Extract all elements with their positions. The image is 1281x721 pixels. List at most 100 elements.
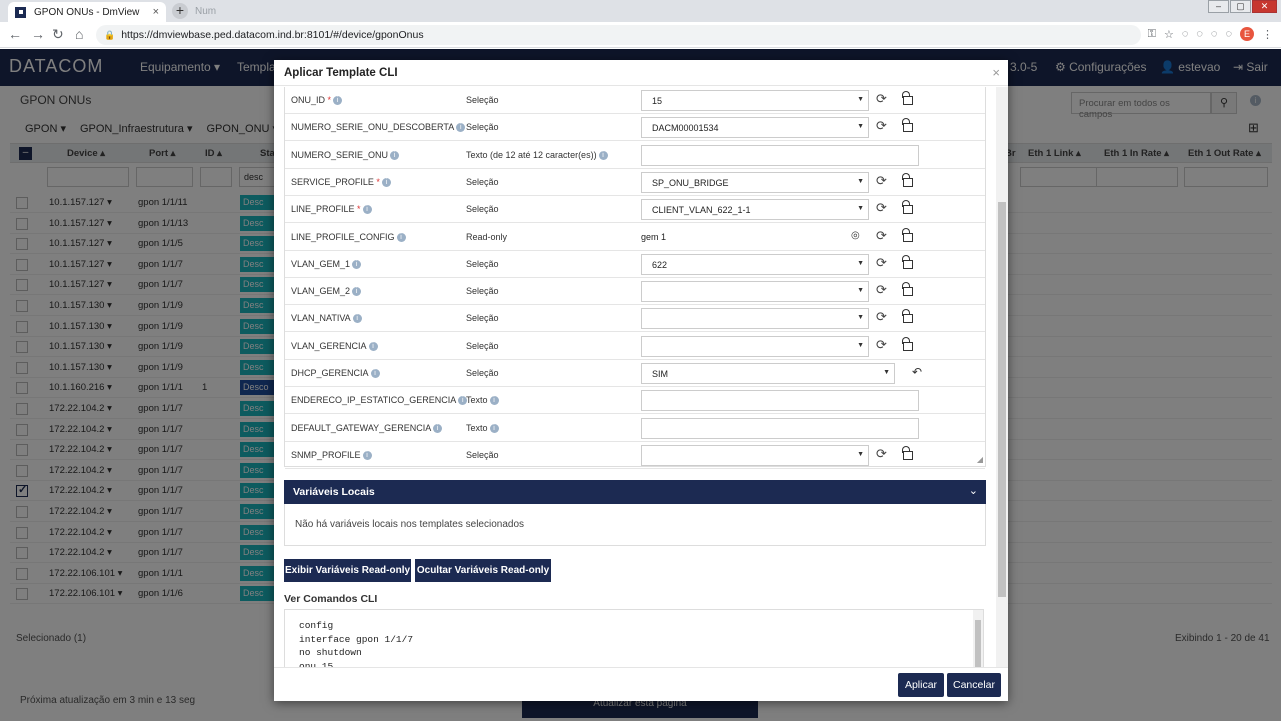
variable-row: NUMERO_SERIE_ONU i Texto (de 12 até 12 car… [285,142,985,169]
info-icon[interactable]: i [396,232,406,242]
cli-line: onu 15 [299,660,334,668]
variable-select[interactable]: ▼ [641,444,869,466]
window-controls: – ▢ ✕ [1207,0,1277,13]
variable-select[interactable]: ▼ [641,281,869,303]
info-icon[interactable]: i [333,96,343,105]
url-input[interactable]: 🔒 https://dmviewbase.ped.datacom.ind.br:… [96,25,1141,45]
variable-select[interactable]: ▼ [641,335,869,357]
chevron-down-icon[interactable]: ⌄ [969,484,978,497]
variable-text-input[interactable] [641,390,919,412]
info-icon[interactable]: i [370,369,380,378]
caret-down-icon: ▼ [857,287,864,295]
favicon-icon [15,6,26,18]
variable-row: VLAN_GERENCIA i Seleção ▼ ⟳ [285,333,985,360]
refresh-icon[interactable]: ⟳ [876,310,887,323]
modal-header: Aplicar Template CLI × [274,60,1008,86]
modal-body: ◢ ONU_ID * i Seleção 15 ▼ ⟳ NUMERO_SERIE_ONU_D… [274,87,996,667]
unlock-icon[interactable] [901,227,913,242]
show-readonly-button[interactable]: Exibir Variáveis Read-only [284,559,411,582]
browser-menu-icon[interactable]: ⋮ [1262,28,1273,41]
info-icon[interactable]: i [362,205,372,215]
unlock-icon[interactable] [901,282,913,297]
forward-icon[interactable]: → [31,26,45,42]
tab-close-icon[interactable]: × [153,6,159,18]
info-icon[interactable]: i [489,396,499,406]
local-variables-header[interactable]: Variáveis Locais ⌄ [284,480,986,504]
star-icon[interactable]: ☆ [1164,28,1174,41]
info-icon[interactable]: i [381,177,391,187]
variable-select[interactable]: 15 ▼ [641,90,869,111]
refresh-icon[interactable]: ⟳ [876,229,887,242]
refresh-icon[interactable]: ⟳ [876,256,887,269]
info-icon[interactable]: i [433,423,443,433]
info-icon[interactable]: i [352,287,362,297]
unlock-icon[interactable] [901,118,913,133]
extension-icon[interactable]: ◌ [1225,28,1232,40]
refresh-icon[interactable]: ⟳ [876,119,887,132]
variable-select[interactable]: SIM ▼ [641,363,895,384]
cancel-button[interactable]: Cancelar [947,673,1001,697]
info-icon[interactable]: i [352,314,362,324]
variable-select[interactable]: CLIENT_VLAN_622_1-1 ▼ [641,199,869,221]
refresh-icon[interactable]: ⟳ [876,201,887,214]
reload-icon[interactable]: ↻ [52,26,64,43]
caret-down-icon: ▼ [857,314,864,322]
variable-type: Seleção [466,340,499,351]
info-icon[interactable]: i [489,423,499,433]
variable-type: Texto i [466,423,499,433]
unlock-icon[interactable] [901,200,913,215]
refresh-icon[interactable]: ⟳ [876,447,887,460]
info-icon[interactable]: i [362,450,372,460]
unlock-icon[interactable] [901,172,913,187]
hide-readonly-button[interactable]: Ocultar Variáveis Read-only [415,559,551,582]
profile-avatar[interactable]: E [1240,27,1254,41]
variable-row: VLAN_GEM_1 i Seleção 622 ▼ ⟳ [285,251,985,278]
unlock-icon[interactable] [901,336,913,351]
info-icon[interactable]: i [390,150,400,160]
undo-icon[interactable]: ↶ [912,365,922,379]
modal-scrollbar[interactable] [996,87,1008,667]
variable-select[interactable]: SP_ONU_BRIDGE ▼ [641,171,869,193]
refresh-icon[interactable]: ⟳ [876,283,887,296]
modal-close-icon[interactable]: × [992,65,1000,80]
home-icon[interactable]: ⌂ [75,26,83,42]
variable-name: DEFAULT_GATEWAY_GERENCIA i [291,423,443,433]
apply-template-modal: Aplicar Template CLI × ◢ ONU_ID * i Seleçã… [274,60,1008,701]
info-icon[interactable]: i [456,123,466,133]
new-tab-button[interactable]: + [172,3,188,19]
unlock-icon[interactable] [901,91,913,105]
cli-line: no shutdown [299,647,362,658]
maximize-button[interactable]: ▢ [1230,0,1251,13]
key-icon[interactable]: ⚿ [1148,28,1156,41]
extension-icon[interactable]: ◌ [1211,28,1218,40]
ghost-tab[interactable]: Num [195,6,216,17]
variable-text-input[interactable] [641,417,919,439]
info-icon[interactable]: i [598,150,608,160]
variable-name: VLAN_NATIVA i [291,313,362,324]
variable-row: VLAN_NATIVA i Seleção ▼ ⟳ [285,305,985,333]
variable-select[interactable]: 622 ▼ [641,253,869,275]
eye-slash-icon[interactable]: ◎ [851,230,860,241]
unlock-icon[interactable] [901,309,913,324]
refresh-icon[interactable]: ⟳ [876,174,887,187]
window-close-button[interactable]: ✕ [1252,0,1277,13]
variable-select[interactable]: ▼ [641,308,869,330]
cli-scrollbar[interactable] [973,610,983,667]
info-icon[interactable]: i [368,341,378,351]
refresh-icon[interactable]: ⟳ [876,338,887,351]
extension-icon[interactable]: ◌ [1182,28,1189,40]
variable-type: Read-only [466,231,508,242]
unlock-icon[interactable] [901,254,913,269]
variable-name: SERVICE_PROFILE * i [291,177,391,187]
info-icon[interactable]: i [352,259,362,269]
back-icon[interactable]: ← [8,26,22,42]
refresh-icon[interactable]: ⟳ [876,92,887,105]
browser-tab[interactable]: GPON ONUs - DmView × [8,2,166,22]
variable-text-input[interactable] [641,144,919,166]
unlock-icon[interactable] [901,445,913,460]
cli-commands-textarea[interactable]: config interface gpon 1/1/7 no shutdown onu… [284,609,984,667]
minimize-button[interactable]: – [1208,0,1229,13]
apply-button[interactable]: Aplicar [898,673,944,697]
extension-icon[interactable]: ◌ [1196,28,1203,40]
variable-select[interactable]: DACM00001534 ▼ [641,117,869,139]
